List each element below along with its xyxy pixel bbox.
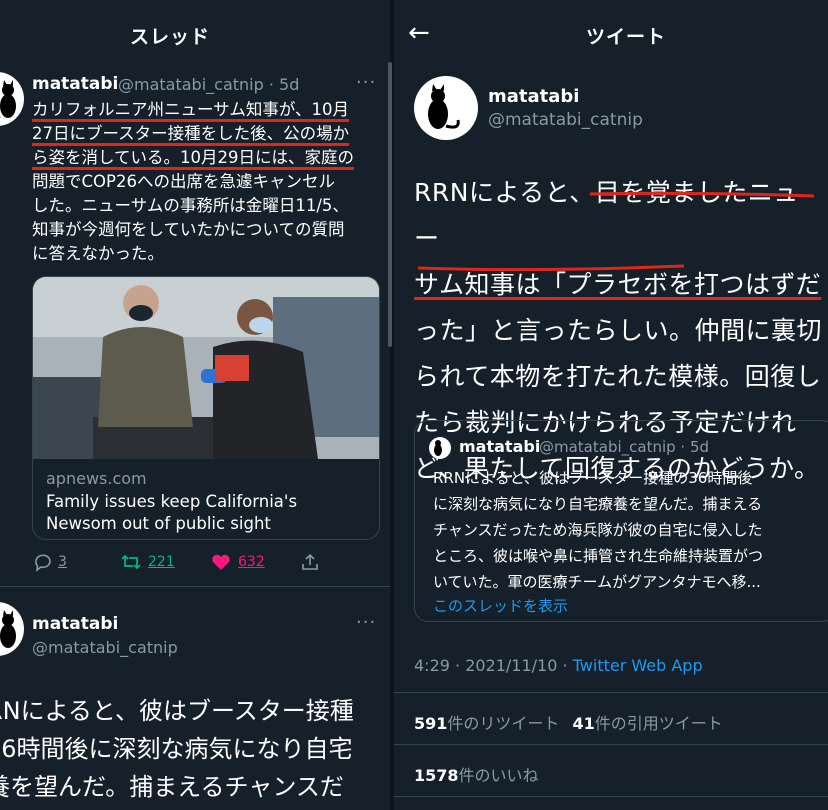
quoted-author-name: matatabi bbox=[459, 437, 541, 456]
like-label: 件のいいね bbox=[458, 766, 539, 785]
thread-panel: スレッド matatabi @matatabi_catnip · 5d ··· … bbox=[0, 0, 390, 810]
retweet-icon bbox=[121, 554, 141, 570]
quote-label: 件の引用ツイート bbox=[594, 714, 723, 733]
tweet-author-name[interactable]: matatabi bbox=[32, 74, 118, 94]
more-options-icon[interactable]: ··· bbox=[356, 72, 376, 93]
scrollbar[interactable] bbox=[388, 62, 392, 347]
tweet-text-line: 27日にブースター接種をした後、公の場か bbox=[32, 124, 350, 143]
reply-count: 3 bbox=[58, 554, 67, 570]
tweet-text-line: カリフォルニア州ニューサム知事が、10月 bbox=[32, 100, 350, 119]
quote-count: 41 bbox=[572, 714, 595, 733]
retweet-label: 件のリツイート bbox=[447, 714, 560, 733]
client-link[interactable]: Twitter Web App bbox=[573, 656, 703, 675]
tweet-handle-time: @matatabi_catnip · 5d bbox=[118, 75, 300, 94]
annotation-underline bbox=[417, 191, 815, 272]
tweet-text-line: した。ニューサムの事務所は金曜日11/5、 bbox=[32, 196, 349, 215]
tweet-detail-panel: ← ツイート matatabi @matatabi_catnip RRNによると… bbox=[394, 0, 828, 810]
cat-avatar-icon bbox=[434, 440, 442, 456]
cat-avatar-icon bbox=[0, 80, 16, 118]
quoted-text-line: いていた。軍の医療チームがグアンタナモへ移... bbox=[433, 573, 761, 591]
card-title: Family issues keep California's Newsom o… bbox=[46, 492, 298, 533]
header-title-thread: スレッド bbox=[130, 26, 211, 48]
avatar[interactable] bbox=[0, 602, 24, 656]
tweet-text: RNによると、彼はブースター接種 36時間後に深刻な病気になり自宅 養を望んだ。… bbox=[0, 692, 390, 806]
share-icon bbox=[302, 553, 318, 570]
divider bbox=[394, 692, 828, 693]
tweet-body-line: った」と言ったらしい。仲間に裏切 bbox=[414, 316, 823, 345]
tweet-timestamp: 4:29 · 2021/11/10 · Twitter Web App bbox=[414, 656, 703, 675]
tweet-author-name[interactable]: matatabi bbox=[488, 86, 579, 107]
divider bbox=[394, 744, 828, 745]
quoted-text-line: ところ、彼は喉や鼻に挿管され生命維持装置がつ bbox=[433, 547, 764, 565]
tweet-handle: @matatabi_catnip bbox=[32, 638, 178, 657]
show-thread-link[interactable]: このスレッドを表示 bbox=[433, 595, 568, 616]
retweet-count: 221 bbox=[148, 554, 175, 570]
avatar bbox=[429, 437, 451, 459]
like-count: 632 bbox=[238, 554, 265, 570]
cat-avatar-icon bbox=[428, 84, 460, 129]
like-stats[interactable]: 1578件のいいね bbox=[414, 762, 539, 786]
avatar[interactable] bbox=[0, 72, 24, 126]
tweet-text-line: ら姿を消している。10月29日には、家庭の bbox=[32, 148, 354, 167]
like-count: 1578 bbox=[414, 766, 459, 785]
retweet-count: 591 bbox=[414, 714, 448, 733]
avatar[interactable] bbox=[414, 76, 478, 140]
reply-button[interactable]: 3 bbox=[32, 552, 67, 572]
tweet-text-line: 36時間後に深刻な病気になり自宅 bbox=[0, 735, 353, 763]
tweet-text-line: に答えなかった。 bbox=[32, 244, 164, 263]
link-card[interactable]: apnews.com Family issues keep California… bbox=[32, 276, 380, 540]
tweet-text-line: RNによると、彼はブースター接種 bbox=[0, 697, 354, 725]
tweet-body-line: られて本物を打たれた模様。回復し bbox=[414, 362, 822, 391]
quoted-text-line: に深刻な病気になり自宅療養を望んだ。捕まえる bbox=[433, 495, 763, 513]
retweet-button[interactable]: 221 bbox=[120, 552, 175, 572]
timestamp-text: 4:29 · 2021/11/10 · bbox=[414, 656, 573, 675]
header-title-tweet: ツイート bbox=[586, 26, 667, 48]
news-photo bbox=[33, 277, 379, 459]
cat-avatar-icon bbox=[0, 610, 16, 648]
tweet-handle: @matatabi_catnip bbox=[488, 110, 643, 130]
quoted-handle-time: @matatabi_catnip · 5d bbox=[539, 438, 710, 456]
divider bbox=[394, 796, 828, 797]
more-options-icon[interactable]: ··· bbox=[356, 612, 376, 633]
reply-icon bbox=[35, 554, 51, 572]
quoted-text-line: チャンスだったため海兵隊が彼の自宅に侵入した bbox=[433, 521, 763, 539]
tweet-author-name[interactable]: matatabi bbox=[32, 614, 118, 634]
divider bbox=[0, 586, 390, 587]
tweet-text-line: 知事が今週何をしていたかについての質問 bbox=[32, 220, 345, 239]
retweet-stats[interactable]: 591件のリツイート 41件の引用ツイート bbox=[414, 710, 723, 734]
quoted-text-line: RRNによると、彼はブースター接種の36時間後 bbox=[433, 469, 753, 487]
back-arrow-icon[interactable]: ← bbox=[408, 18, 430, 48]
heart-icon bbox=[212, 554, 230, 570]
tweet-text-line: 問題でCOP26への出席を急遽キャンセル bbox=[32, 172, 335, 191]
share-button[interactable] bbox=[300, 552, 320, 572]
quoted-text: RRNによると、彼はブースター接種の36時間後 に深刻な病気になり自宅療養を望ん… bbox=[433, 465, 821, 595]
tweet-text-line: 養を望んだ。捕まえるチャンスだ bbox=[0, 773, 344, 801]
card-domain: apnews.com bbox=[46, 469, 147, 488]
like-button[interactable]: 632 bbox=[210, 552, 265, 572]
quoted-tweet[interactable]: matatabi @matatabi_catnip · 5d RRNによると、彼… bbox=[414, 420, 828, 622]
